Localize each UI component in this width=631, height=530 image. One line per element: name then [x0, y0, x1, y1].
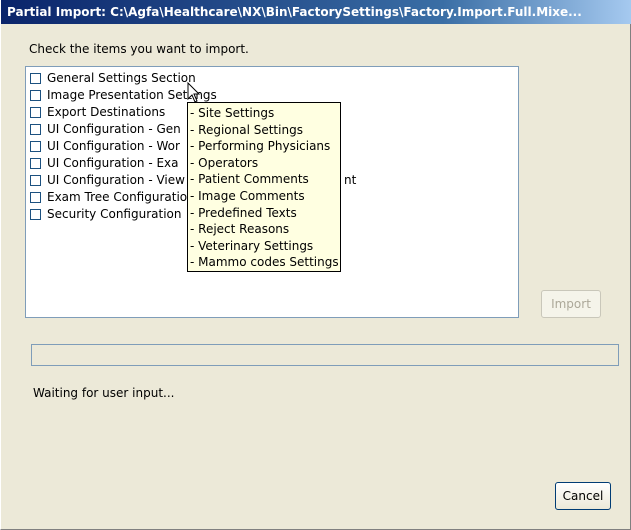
tooltip-line: - Regional Settings: [190, 122, 303, 137]
status-text: Waiting for user input...: [33, 386, 175, 400]
cancel-button[interactable]: Cancel: [555, 482, 611, 510]
title-bar[interactable]: Partial Import: C:\Agfa\Healthcare\NX\Bi…: [1, 0, 631, 24]
tooltip-line: - Predefined Texts: [190, 205, 297, 220]
list-item-label: UI Configuration - View: [47, 173, 185, 187]
tooltip-line: - Veterinary Settings: [190, 238, 314, 253]
mouse-pointer-icon: [187, 82, 201, 103]
partial-import-dialog: Partial Import: C:\Agfa\Healthcare\NX\Bi…: [0, 0, 631, 530]
list-item-ui-config-view[interactable]: UI Configuration - View: [30, 172, 185, 188]
list-item-exam-tree[interactable]: Exam Tree Configuratio: [30, 189, 187, 205]
list-item-export-destinations[interactable]: Export Destinations: [30, 104, 165, 120]
checkbox[interactable]: [30, 174, 41, 186]
instruction-text: Check the items you want to import.: [29, 42, 249, 56]
checkbox[interactable]: [30, 106, 41, 118]
tooltip-line: - Reject Reasons: [190, 222, 290, 237]
list-item-ui-config-exa[interactable]: UI Configuration - Exa: [30, 155, 179, 171]
tooltip-line: - Performing Physicians: [190, 139, 331, 154]
checkbox[interactable]: [30, 72, 41, 84]
list-item-general-settings[interactable]: General Settings Section: [30, 70, 196, 86]
list-item-label: General Settings Section: [47, 71, 196, 85]
list-item-label: UI Configuration - Wor: [47, 139, 180, 153]
import-progress-bar: [31, 344, 619, 366]
tooltip-line: - Operators: [190, 155, 259, 170]
list-item-ui-config-wor[interactable]: UI Configuration - Wor: [30, 138, 180, 154]
checkbox[interactable]: [30, 89, 41, 101]
tooltip-line: - Site Settings: [190, 106, 275, 120]
list-item-ui-config-gen[interactable]: UI Configuration - Gen: [30, 121, 181, 137]
list-item-security-config[interactable]: Security Configuration: [30, 206, 181, 222]
checkbox[interactable]: [30, 191, 41, 203]
tooltip-line: - Image Comments: [190, 188, 305, 203]
list-item-label-overflow: nt: [344, 173, 357, 187]
list-item-label: Export Destinations: [47, 105, 166, 119]
checkbox[interactable]: [30, 140, 41, 152]
list-item-label: UI Configuration - Gen: [47, 122, 181, 136]
tooltip-line: - Patient Comments: [190, 172, 309, 187]
list-item-label: Security Configuration: [47, 207, 182, 221]
import-button[interactable]: Import: [541, 290, 601, 318]
tooltip-line: - Mammo codes Settings: [190, 255, 339, 270]
checkbox[interactable]: [30, 208, 41, 220]
list-item-label: UI Configuration - Exa: [47, 156, 179, 170]
items-tooltip: - Site Settings - Regional Settings - Pe…: [187, 102, 341, 272]
checkbox[interactable]: [30, 157, 41, 169]
list-item-label: Exam Tree Configuratio: [47, 190, 188, 204]
checkbox[interactable]: [30, 123, 41, 135]
